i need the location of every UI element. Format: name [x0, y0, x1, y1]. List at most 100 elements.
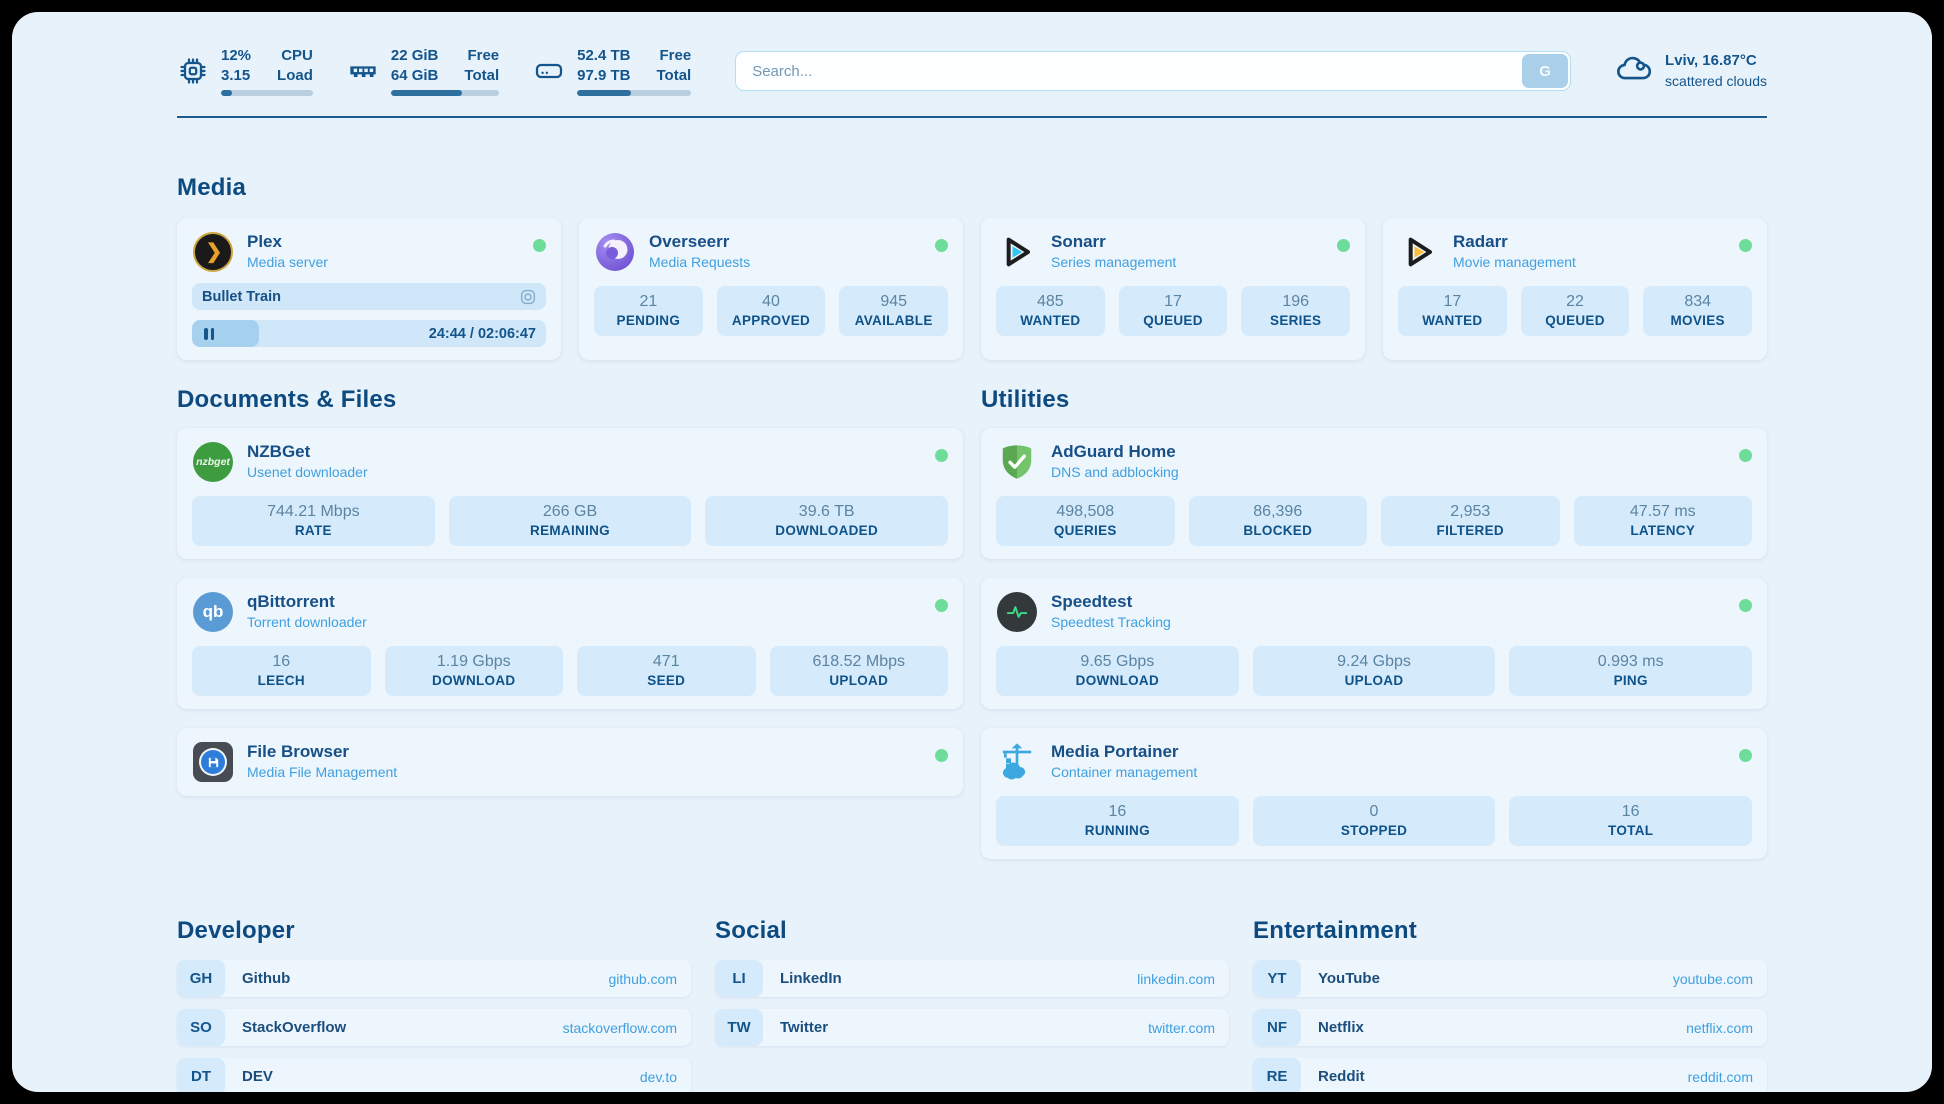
filebrowser-icon — [192, 741, 234, 783]
bookmark-name: Netflix — [1318, 1019, 1364, 1036]
bookmark-url: linkedin.com — [1137, 971, 1215, 987]
bookmark-row-youtube[interactable]: YT YouTube youtube.com — [1253, 960, 1767, 997]
ram-progress-bar — [391, 90, 499, 96]
service-name: Overseerr — [649, 232, 750, 252]
stat-box: 834MOVIES — [1643, 286, 1752, 336]
service-subtitle: Container management — [1051, 764, 1197, 780]
pause-icon — [204, 328, 214, 340]
cpu-icon — [177, 55, 209, 87]
ram-free-label: Free — [464, 46, 499, 66]
ram-total-value: 64 GiB — [391, 66, 439, 86]
bookmark-row-stackoverflow[interactable]: SO StackOverflow stackoverflow.com — [177, 1009, 691, 1046]
stat-box: 9.65 GbpsDOWNLOAD — [996, 646, 1239, 696]
service-card-nzbget[interactable]: nzbget NZBGet Usenet downloader 744.21 M… — [177, 428, 963, 559]
media-cards-row: ❯ Plex Media server Bullet Train 24:44 — [177, 218, 1767, 360]
service-name: Plex — [247, 232, 328, 252]
service-subtitle: Usenet downloader — [247, 464, 368, 480]
bookmark-group-social: Social LI LinkedIn linkedin.com TW Twitt… — [715, 917, 1229, 1092]
stat-box: 17WANTED — [1398, 286, 1507, 336]
cpu-stat: 12%3.15 CPULoad — [177, 46, 313, 96]
bookmark-url: twitter.com — [1148, 1020, 1215, 1036]
search-input[interactable] — [735, 51, 1571, 91]
cpu-label: CPU — [277, 46, 313, 66]
nzbget-icon: nzbget — [192, 441, 234, 483]
stat-box: 498,508QUERIES — [996, 496, 1175, 546]
service-subtitle: Torrent downloader — [247, 614, 367, 630]
bookmark-row-dev[interactable]: DT DEV dev.to — [177, 1058, 691, 1092]
cpu-progress-bar — [221, 90, 313, 96]
disk-stat: 52.4 TB97.9 TB FreeTotal — [533, 46, 691, 96]
cpu-percent: 12% — [221, 46, 251, 66]
bookmark-row-linkedin[interactable]: LI LinkedIn linkedin.com — [715, 960, 1229, 997]
session-view-icon[interactable] — [520, 289, 536, 305]
host-stats: 12%3.15 CPULoad 22 GiB64 GiB — [177, 46, 691, 96]
overseerr-icon — [594, 231, 636, 273]
stat-box: 0.993 msPING — [1509, 646, 1752, 696]
bookmark-group-entertainment: Entertainment YT YouTube youtube.com NF … — [1253, 917, 1767, 1092]
service-card-sonarr[interactable]: Sonarr Series management 485WANTED 17QUE… — [981, 218, 1365, 360]
playback-progress-bar: 24:44 / 02:06:47 — [192, 320, 546, 347]
stat-box: 744.21 MbpsRATE — [192, 496, 435, 546]
service-card-radarr[interactable]: Radarr Movie management 17WANTED 22QUEUE… — [1383, 218, 1767, 360]
service-subtitle: DNS and adblocking — [1051, 464, 1179, 480]
stat-box: 21PENDING — [594, 286, 703, 336]
weather-widget: Lviv, 16.87°C scattered clouds — [1615, 51, 1767, 90]
status-dot — [533, 239, 546, 252]
service-subtitle: Media server — [247, 254, 328, 270]
stat-box: 40APPROVED — [717, 286, 826, 336]
service-name: Sonarr — [1051, 232, 1176, 252]
service-subtitle: Movie management — [1453, 254, 1576, 270]
service-card-overseerr[interactable]: Overseerr Media Requests 21PENDING 40APP… — [579, 218, 963, 360]
status-dot — [1739, 749, 1752, 762]
service-name: qBittorrent — [247, 592, 367, 612]
search-bar: G — [735, 51, 1571, 91]
service-card-plex[interactable]: ❯ Plex Media server Bullet Train 24:44 — [177, 218, 561, 360]
service-name: Radarr — [1453, 232, 1576, 252]
service-card-portainer[interactable]: Media Portainer Container management 16R… — [981, 728, 1767, 859]
cloud-icon — [1615, 51, 1653, 90]
section-title-developer: Developer — [177, 917, 691, 945]
stat-box: 16TOTAL — [1509, 796, 1752, 846]
disk-total-value: 97.9 TB — [577, 66, 630, 86]
ram-total-label: Total — [464, 66, 499, 86]
stat-box: 485WANTED — [996, 286, 1105, 336]
service-card-qbittorrent[interactable]: qb qBittorrent Torrent downloader 16LEEC… — [177, 578, 963, 709]
status-dot — [935, 749, 948, 762]
bookmark-abbr: NF — [1253, 1009, 1301, 1046]
bookmark-row-reddit[interactable]: RE Reddit reddit.com — [1253, 1058, 1767, 1092]
bookmark-url: stackoverflow.com — [563, 1020, 677, 1036]
bookmark-abbr: YT — [1253, 960, 1301, 997]
status-dot — [935, 239, 948, 252]
service-card-adguard[interactable]: AdGuard Home DNS and adblocking 498,508Q… — [981, 428, 1767, 559]
bookmark-url: github.com — [609, 971, 677, 987]
bookmark-abbr: RE — [1253, 1058, 1301, 1092]
service-card-speedtest[interactable]: Speedtest Speedtest Tracking 9.65 GbpsDO… — [981, 578, 1767, 709]
disk-total-label: Total — [656, 66, 691, 86]
bookmark-abbr: GH — [177, 960, 225, 997]
disk-icon — [533, 55, 565, 87]
top-bar: 12%3.15 CPULoad 22 GiB64 GiB — [177, 42, 1767, 100]
bookmark-row-netflix[interactable]: NF Netflix netflix.com — [1253, 1009, 1767, 1046]
bookmark-url: reddit.com — [1688, 1069, 1753, 1085]
search-provider-button[interactable]: G — [1522, 54, 1568, 88]
service-card-filebrowser[interactable]: File Browser Media File Management — [177, 728, 963, 796]
now-playing-bar: Bullet Train — [192, 283, 546, 310]
ram-stat: 22 GiB64 GiB FreeTotal — [347, 46, 499, 96]
disk-free-label: Free — [656, 46, 691, 66]
service-name: AdGuard Home — [1051, 442, 1179, 462]
stat-box: 39.6 TBDOWNLOADED — [705, 496, 948, 546]
bookmark-name: Twitter — [780, 1019, 828, 1036]
stat-box: 0STOPPED — [1253, 796, 1496, 846]
plex-icon: ❯ — [192, 231, 234, 273]
service-name: NZBGet — [247, 442, 368, 462]
screen-frame: 12%3.15 CPULoad 22 GiB64 GiB — [0, 0, 1944, 1104]
status-dot — [1337, 239, 1350, 252]
now-playing-title: Bullet Train — [202, 289, 281, 305]
bookmark-row-github[interactable]: GH Github github.com — [177, 960, 691, 997]
bookmark-url: netflix.com — [1686, 1020, 1753, 1036]
bookmark-abbr: TW — [715, 1009, 763, 1046]
bookmark-row-twitter[interactable]: TW Twitter twitter.com — [715, 1009, 1229, 1046]
stat-box: 17QUEUED — [1119, 286, 1228, 336]
section-title-media: Media — [177, 174, 1767, 202]
service-subtitle: Series management — [1051, 254, 1176, 270]
